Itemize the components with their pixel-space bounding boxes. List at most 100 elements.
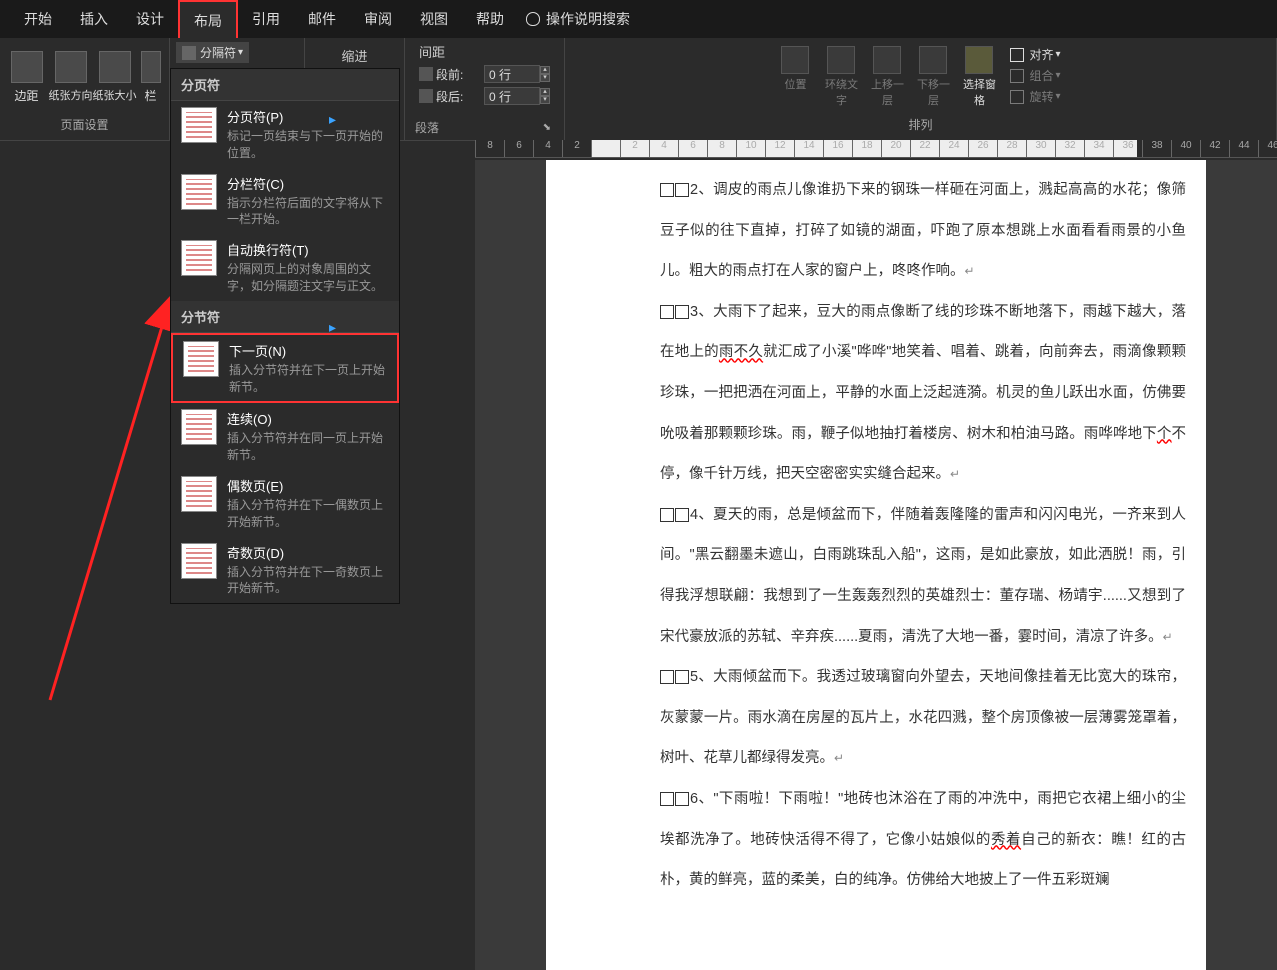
bulb-icon [526, 12, 540, 26]
spacing-before-icon [419, 67, 433, 81]
tab-view[interactable]: 视图 [406, 0, 462, 38]
tab-help[interactable]: 帮助 [462, 0, 518, 38]
ruler-tick: 38 [1142, 140, 1171, 157]
ruler-tick: 46 [1258, 140, 1277, 157]
selection-pane-icon [965, 46, 993, 74]
column-break-icon [181, 174, 217, 210]
tab-mailings[interactable]: 邮件 [294, 0, 350, 38]
selection-pane-button[interactable]: 选择窗格 [956, 42, 1002, 112]
size-icon [99, 51, 131, 83]
tab-design[interactable]: 设计 [122, 0, 178, 38]
menu-column-break[interactable]: 分栏符(C)指示分栏符后面的文字将从下一栏开始。 [171, 168, 399, 235]
tab-review[interactable]: 审阅 [350, 0, 406, 38]
spin-down[interactable]: ▾ [540, 96, 550, 104]
spacing-before-input[interactable] [484, 65, 540, 83]
margins-button[interactable]: 边距 [5, 42, 49, 112]
spin-up[interactable]: ▴ [540, 88, 550, 96]
position-button: 位置 [772, 42, 818, 96]
spin-down[interactable]: ▾ [540, 74, 550, 82]
ruler-tick: 16 [823, 140, 852, 157]
document-area[interactable]: 2、调皮的雨点儿像谁扔下来的钢珠一样砸在河面上，溅起高高的水花；像筛豆子似的往下… [475, 160, 1277, 970]
position-icon [781, 46, 809, 74]
page-break-icon [181, 107, 217, 143]
spacing-label: 间距 [419, 42, 445, 61]
paragraph-2: 2、调皮的雨点儿像谁扔下来的钢珠一样砸在河面上，溅起高高的水花；像筛豆子似的往下… [660, 170, 1186, 292]
menu-continuous[interactable]: 连续(O)插入分节符并在同一页上开始新节。 [171, 403, 399, 470]
odd-page-icon [181, 543, 217, 579]
size-button[interactable]: 纸张大小 [93, 42, 137, 112]
horizontal-ruler[interactable]: 8642246810121416182022242628303234363840… [475, 140, 1277, 158]
ruler-tick: 40 [1171, 140, 1200, 157]
paragraph-6: 6、"下雨啦！下雨啦！"地砖也沐浴在了雨的冲洗中，雨把它衣裙上细小的尘埃都洗净了… [660, 779, 1186, 901]
ruler-tick: 10 [736, 140, 765, 157]
annotation-arrow [40, 290, 180, 710]
align-button[interactable]: 对齐▾ [1006, 44, 1064, 65]
tell-me-label: 操作说明搜索 [546, 9, 630, 29]
next-page-icon [183, 341, 219, 377]
ruler-tick: 4 [533, 140, 562, 157]
orientation-button[interactable]: 纸张方向 [49, 42, 93, 112]
menu-odd-page[interactable]: 奇数页(D)插入分节符并在下一奇数页上开始新节。 [171, 537, 399, 604]
wrap-button: 环绕文字 [818, 42, 864, 112]
backward-icon [919, 46, 947, 74]
page-setup-label: 页面设置 [6, 112, 163, 137]
ruler-tick: 26 [968, 140, 997, 157]
ruler-tick: 18 [852, 140, 881, 157]
ruler-tick: 6 [504, 140, 533, 157]
ruler-tick: 32 [1055, 140, 1084, 157]
even-page-icon [181, 476, 217, 512]
ruler-tick: 4 [649, 140, 678, 157]
spacing-after-icon [419, 89, 433, 103]
ruler-tick: 24 [939, 140, 968, 157]
arrange-group-label: 排列 [571, 112, 1270, 137]
menu-page-break[interactable]: 分页符(P)标记一页结束与下一页开始的位置。 [171, 101, 399, 168]
spin-up[interactable]: ▴ [540, 66, 550, 74]
menu-text-wrap-break[interactable]: 自动换行符(T)分隔网页上的对象周围的文字，如分隔题注文字与正文。 [171, 234, 399, 301]
menu-next-page[interactable]: 下一页(N)插入分节符并在下一页上开始新节。 [171, 333, 399, 404]
wrap-break-icon [181, 240, 217, 276]
arrow-marker-icon: ▸ [329, 319, 336, 336]
ruler-tick: 8 [707, 140, 736, 157]
menu-even-page[interactable]: 偶数页(E)插入分节符并在下一偶数页上开始新节。 [171, 470, 399, 537]
orientation-icon [55, 51, 87, 83]
chevron-down-icon: ▾ [238, 47, 243, 58]
ruler-tick: 42 [1200, 140, 1229, 157]
columns-button[interactable]: 栏 [137, 42, 165, 112]
arrow-marker-icon: ▸ [329, 111, 336, 128]
ruler-tick: 22 [910, 140, 939, 157]
tab-start[interactable]: 开始 [10, 0, 66, 38]
ruler-tick: 6 [678, 140, 707, 157]
ruler-tick: 12 [765, 140, 794, 157]
align-icon [1010, 48, 1024, 62]
paragraph-4: 4、夏天的雨，总是倾盆而下，伴随着轰隆隆的雷声和闪闪电光，一齐来到人间。"黑云翻… [660, 495, 1186, 657]
ruler-tick: 34 [1084, 140, 1113, 157]
tab-layout[interactable]: 布局 [178, 0, 238, 38]
group-button: 组合▾ [1006, 65, 1064, 86]
paragraph-launcher[interactable]: ⬊ [540, 122, 554, 133]
columns-icon [141, 51, 161, 83]
paragraph-group-label: 段落 [415, 119, 439, 136]
rotate-button: 旋转▾ [1006, 86, 1064, 107]
group-icon [1010, 69, 1024, 83]
ruler-tick: 36 [1113, 140, 1142, 157]
wrap-icon [827, 46, 855, 74]
section-page-breaks: 分页符 [171, 69, 399, 101]
forward-button: 上移一层 [864, 42, 910, 112]
tell-me-search[interactable]: 操作说明搜索 [526, 9, 630, 29]
spacing-after-input[interactable] [484, 87, 540, 105]
tab-references[interactable]: 引用 [238, 0, 294, 38]
indent-label: 缩进 [341, 42, 367, 65]
ruler-tick: 8 [475, 140, 504, 157]
spacing-after-label: 段后: [436, 88, 484, 105]
document-page: 2、调皮的雨点儿像谁扔下来的钢珠一样砸在河面上，溅起高高的水花；像筛豆子似的往下… [546, 160, 1206, 970]
continuous-icon [181, 409, 217, 445]
breaks-button[interactable]: 分隔符 ▾ [176, 42, 249, 63]
ruler-tick: 20 [881, 140, 910, 157]
tab-insert[interactable]: 插入 [66, 0, 122, 38]
ruler-tick: 44 [1229, 140, 1258, 157]
ruler-tick: 2 [562, 140, 591, 157]
paragraph-3: 3、大雨下了起来，豆大的雨点像断了线的珍珠不断地落下，雨越下越大，落在地上的雨不… [660, 292, 1186, 495]
ruler-tick: 2 [620, 140, 649, 157]
ruler-tick: 14 [794, 140, 823, 157]
ruler-tick: 30 [1026, 140, 1055, 157]
